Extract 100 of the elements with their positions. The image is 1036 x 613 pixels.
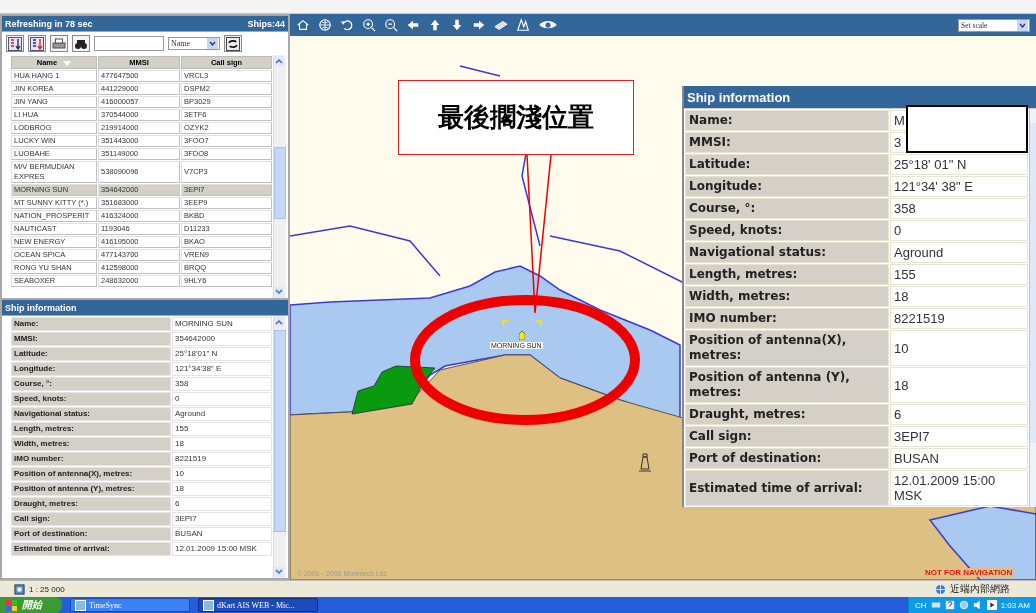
arrow-left-icon[interactable] [406, 18, 420, 32]
field-value: 358 [172, 377, 273, 391]
field-value: 3 [894, 135, 902, 150]
field-value: 121°34'38" E [172, 362, 273, 376]
field-label: Latitude: [685, 154, 889, 175]
scroll-down-icon[interactable] [274, 567, 285, 577]
field-label: Speed, knots: [685, 220, 889, 241]
field-label: IMO number: [685, 308, 889, 329]
field-value: 121°34' 38" E [894, 179, 973, 194]
field-value: 6 [172, 497, 273, 511]
sort-icon [63, 60, 72, 66]
undo-icon[interactable] [340, 18, 354, 32]
field-label: Estimated time of arrival: [685, 470, 889, 506]
field-value: 12.01.2009 15:00 MSK [894, 473, 996, 503]
field-label: Name: [11, 317, 171, 331]
caret-icon[interactable] [1017, 19, 1028, 31]
field-value: 18 [172, 437, 273, 451]
window-icon [203, 599, 214, 611]
scrollbar[interactable] [1029, 109, 1036, 507]
zoom-out-icon[interactable] [384, 18, 398, 32]
refresh-button[interactable] [224, 35, 242, 52]
globe-icon[interactable] [318, 18, 332, 32]
ship-count: Ships:44 [247, 18, 285, 29]
field-label: IMO number: [11, 452, 171, 466]
field-value: 155 [172, 422, 273, 436]
ruler-icon[interactable] [494, 18, 508, 32]
field-value: Aground [894, 245, 944, 260]
play-icon[interactable] [986, 600, 997, 610]
window-icon [75, 599, 86, 611]
scale-text: 1 : 25 000 [29, 584, 65, 594]
start-button[interactable]: 開始 [0, 597, 62, 613]
globe-icon [935, 583, 946, 595]
panel-title: Ship information [687, 89, 791, 105]
field-label: Width, metres: [11, 437, 171, 451]
field-label: Width, metres: [685, 286, 889, 307]
field-label: Position of antenna(X), metres: [685, 330, 889, 366]
field-label: Navigational status: [11, 407, 171, 421]
field-value: 6 [894, 407, 902, 422]
field-value: 0 [894, 223, 902, 238]
sort-ascending-button[interactable] [6, 35, 24, 52]
field-value: 8221519 [894, 311, 945, 326]
scroll-up-icon[interactable] [274, 56, 285, 66]
network-icon[interactable] [958, 600, 969, 610]
field-value: 155 [894, 267, 916, 282]
field-value: 18 [172, 482, 273, 496]
field-label: Course, °: [685, 198, 889, 219]
find-button[interactable] [72, 35, 90, 52]
arrow-up-icon[interactable] [428, 18, 442, 32]
search-field[interactable] [94, 36, 164, 51]
field-value: 25°18' 01" N [894, 157, 967, 172]
field-value: 18 [894, 377, 909, 393]
panel-title: Ship information [5, 302, 77, 313]
field-label: MMSI: [11, 332, 171, 346]
field-value: 354642000 [172, 332, 273, 346]
scroll-up-icon[interactable] [274, 317, 285, 327]
field-label: Draught, metres: [685, 404, 889, 425]
field-label: Course, °: [11, 377, 171, 391]
field-value: 3EPI7 [894, 429, 930, 444]
field-label: Port of destination: [685, 448, 889, 469]
field-label: Longitude: [685, 176, 889, 197]
field-label: Longitude: [11, 362, 171, 376]
field-label: Call sign: [11, 512, 171, 526]
scrollbar[interactable] [273, 55, 286, 298]
taskbar-window[interactable]: TimeSync [70, 598, 190, 612]
clock: 1:03 AM [1000, 600, 1030, 610]
field-value: 18 [894, 289, 909, 304]
ship-icon [519, 331, 525, 340]
field-value: 25°18'01" N [172, 347, 273, 361]
field-label: Position of antenna (Y), metres: [685, 367, 889, 403]
arrow-down-icon[interactable] [450, 18, 464, 32]
field-label: Estimated time of arrival: [11, 542, 171, 556]
field-value: BUSAN [172, 527, 273, 541]
field-value: BUSAN [894, 451, 939, 466]
print-button[interactable] [50, 35, 68, 52]
field-value: MORNING SUN [172, 317, 273, 331]
zoom-in-icon[interactable] [362, 18, 376, 32]
help-icon[interactable] [944, 600, 955, 610]
field-label: Position of antenna (Y), metres: [11, 482, 171, 496]
field-label: Latitude: [11, 347, 171, 361]
taskbar-window[interactable]: dKart AIS WEB - Mic... [198, 598, 318, 612]
field-label: MMSI: [685, 132, 889, 153]
field-label: Speed, knots: [11, 392, 171, 406]
field-value: Aground [172, 407, 273, 421]
caret-icon[interactable] [207, 38, 218, 49]
flag-icon [6, 599, 18, 611]
field-label: Length, metres: [685, 264, 889, 285]
field-label: Draught, metres: [11, 497, 171, 511]
sort-field-select[interactable]: Name [168, 37, 220, 50]
scroll-down-icon[interactable] [274, 287, 285, 297]
home-icon[interactable] [296, 18, 310, 32]
zone-text: 近端內部網路 [950, 582, 1010, 596]
measure-icon[interactable] [516, 18, 530, 32]
field-value: 12.01.2009 15:00 MSK [172, 542, 273, 556]
scrollbar[interactable] [273, 316, 286, 578]
warning-text: NOT FOR NAVIGATION [923, 568, 1015, 577]
field-value: 8221519 [172, 452, 273, 466]
field-label: Position of antenna(X), metres: [11, 467, 171, 481]
arrow-right-icon[interactable] [472, 18, 486, 32]
field-label: Navigational status: [685, 242, 889, 263]
sort-descending-button[interactable] [28, 35, 46, 52]
